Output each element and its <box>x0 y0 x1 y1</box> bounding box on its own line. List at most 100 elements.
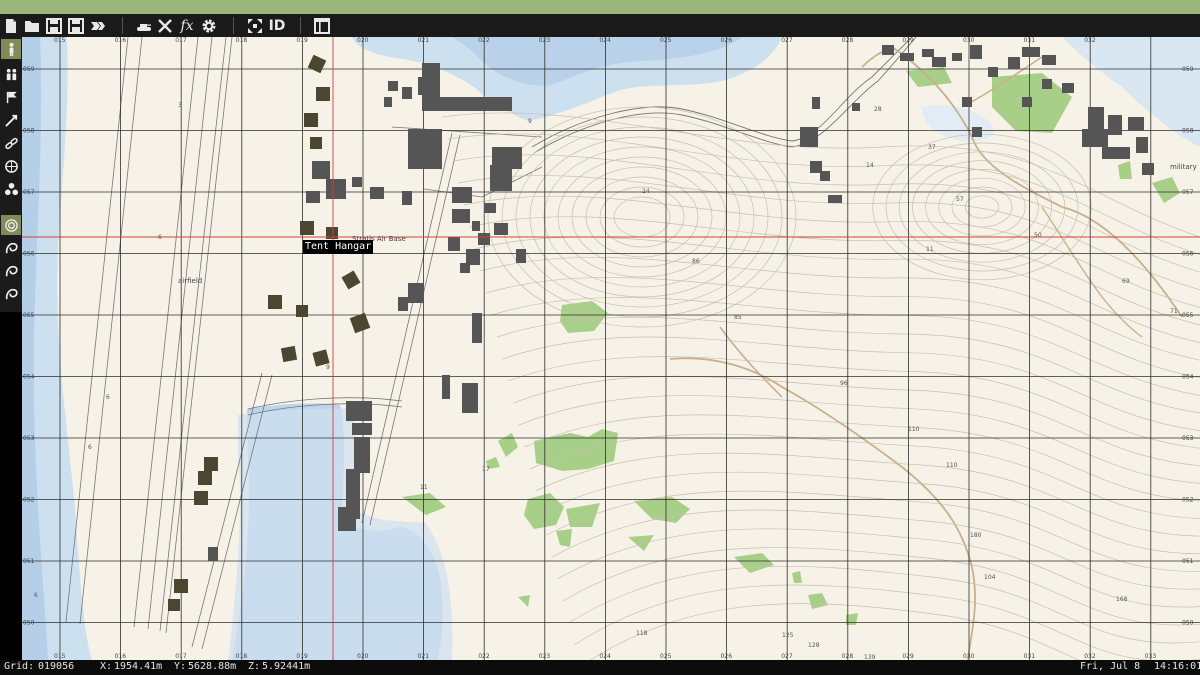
building <box>466 249 480 265</box>
grid-x-label-bottom: 024 <box>599 653 611 660</box>
building <box>388 81 398 91</box>
top-toolbar: fx ID <box>0 14 1200 38</box>
x-value: 1954.41m <box>114 661 163 672</box>
date-display: Fri, Jul 8 <box>1080 661 1141 672</box>
building <box>1102 147 1130 159</box>
building <box>484 203 496 213</box>
id-toggle-icon[interactable]: ID <box>266 16 288 35</box>
vehicle-tank-icon[interactable] <box>134 16 154 35</box>
building <box>478 233 490 245</box>
building <box>398 297 408 311</box>
place-label-airfield: airfield <box>178 277 202 285</box>
gear-icon[interactable] <box>199 16 219 35</box>
building <box>452 209 470 223</box>
grid-x-label-bottom: 020 <box>357 653 369 660</box>
sync-link-icon[interactable] <box>1 133 21 153</box>
elevation-label: 110 <box>946 462 958 469</box>
z-label: Z: <box>248 661 261 672</box>
export-icon[interactable] <box>88 16 108 35</box>
tent-hangar <box>174 579 188 593</box>
grid-x-label: 031 <box>1024 37 1036 44</box>
building <box>962 97 972 107</box>
fx-function-icon[interactable]: fx <box>177 16 197 35</box>
elevation-label: 69 <box>1122 278 1130 285</box>
building <box>472 221 480 231</box>
tent-hangar <box>316 87 330 101</box>
building <box>828 195 842 203</box>
grid-x-label: 015 <box>54 37 66 44</box>
grid-y-label-right: 051 <box>1182 558 1194 565</box>
map-layer-1-icon[interactable] <box>1 215 21 235</box>
grid-x-label: 027 <box>781 37 793 44</box>
grid-x-label-bottom: 018 <box>236 653 248 660</box>
grid-x-label-bottom: 022 <box>478 653 490 660</box>
elevation-label: 11 <box>420 484 428 491</box>
building <box>384 97 392 107</box>
tools-crossed-icon[interactable] <box>155 16 175 35</box>
building <box>932 57 946 67</box>
building <box>346 401 372 421</box>
map-layer-2-icon[interactable] <box>1 238 21 258</box>
waypoint-flag-icon[interactable] <box>1 87 21 107</box>
tent-hangar <box>296 305 308 317</box>
layout-panel-icon[interactable] <box>312 16 332 35</box>
elevation-label: 96 <box>840 380 848 387</box>
building <box>442 375 450 399</box>
marker-icon[interactable] <box>1 156 21 176</box>
fullscreen-arrows-icon[interactable] <box>245 16 265 35</box>
grid-x-label-bottom: 019 <box>296 653 308 660</box>
elevation-label: 37 <box>928 144 936 151</box>
toolbar-separator <box>122 17 123 34</box>
elevation-label: 6 <box>158 234 162 241</box>
building <box>988 67 998 77</box>
map-layer-4-icon[interactable] <box>1 284 21 304</box>
grid-y-label-right: 056 <box>1182 251 1194 258</box>
save-as-icon[interactable] <box>66 16 86 35</box>
grid-x-label-bottom: 030 <box>963 653 975 660</box>
grid-x-label-bottom: 033 <box>1145 653 1157 660</box>
hover-tooltip: Tent Hangar <box>303 240 374 254</box>
elevation-label: 128 <box>808 642 820 649</box>
building <box>1108 115 1122 135</box>
map-view[interactable]: 015 016 017 018 019 020 021 022 023 024 025 026 027 0… <box>22 37 1200 660</box>
building <box>370 187 384 199</box>
modules-icon[interactable] <box>1 179 21 199</box>
grid-x-label-bottom: 025 <box>660 653 672 660</box>
grid-y-label-right: 059 <box>1182 66 1194 73</box>
building <box>516 249 526 263</box>
elevation-label: 104 <box>984 574 996 581</box>
grid-x-label: 018 <box>236 37 248 44</box>
building <box>306 191 320 203</box>
new-file-icon[interactable] <box>1 16 21 35</box>
elevation-label: 6 <box>34 592 38 599</box>
elevation-label: 14 <box>866 162 874 169</box>
elevation-label: 180 <box>970 532 982 539</box>
building <box>1042 79 1052 89</box>
tent-hangar <box>194 491 208 505</box>
group-icon[interactable] <box>1 64 21 84</box>
x-label: X: <box>100 661 113 672</box>
grid-x-label-bottom: 031 <box>1024 653 1036 660</box>
building <box>1082 129 1108 147</box>
save-icon[interactable] <box>44 16 64 35</box>
tent-hangar <box>300 221 314 235</box>
elevation-label: 168 <box>1116 596 1128 603</box>
grid-y-label-left: 057 <box>23 189 35 196</box>
grid-label: Grid: <box>4 661 35 672</box>
grid-x-label: 029 <box>902 37 914 44</box>
building <box>1022 97 1032 107</box>
grid-x-label: 028 <box>842 37 854 44</box>
building <box>354 437 370 473</box>
building <box>1136 137 1148 153</box>
tent-hangar <box>268 295 282 309</box>
building <box>800 127 818 147</box>
building <box>970 45 982 59</box>
unit-soldier-icon[interactable] <box>1 39 21 59</box>
trigger-icon[interactable] <box>1 110 21 130</box>
building <box>1142 163 1154 175</box>
map-layer-3-icon[interactable] <box>1 261 21 281</box>
grid-y-label-left: 051 <box>23 558 35 565</box>
grid-y-label-right: 057 <box>1182 189 1194 196</box>
open-folder-icon[interactable] <box>22 16 42 35</box>
grid-y-label-right: 055 <box>1182 312 1194 319</box>
